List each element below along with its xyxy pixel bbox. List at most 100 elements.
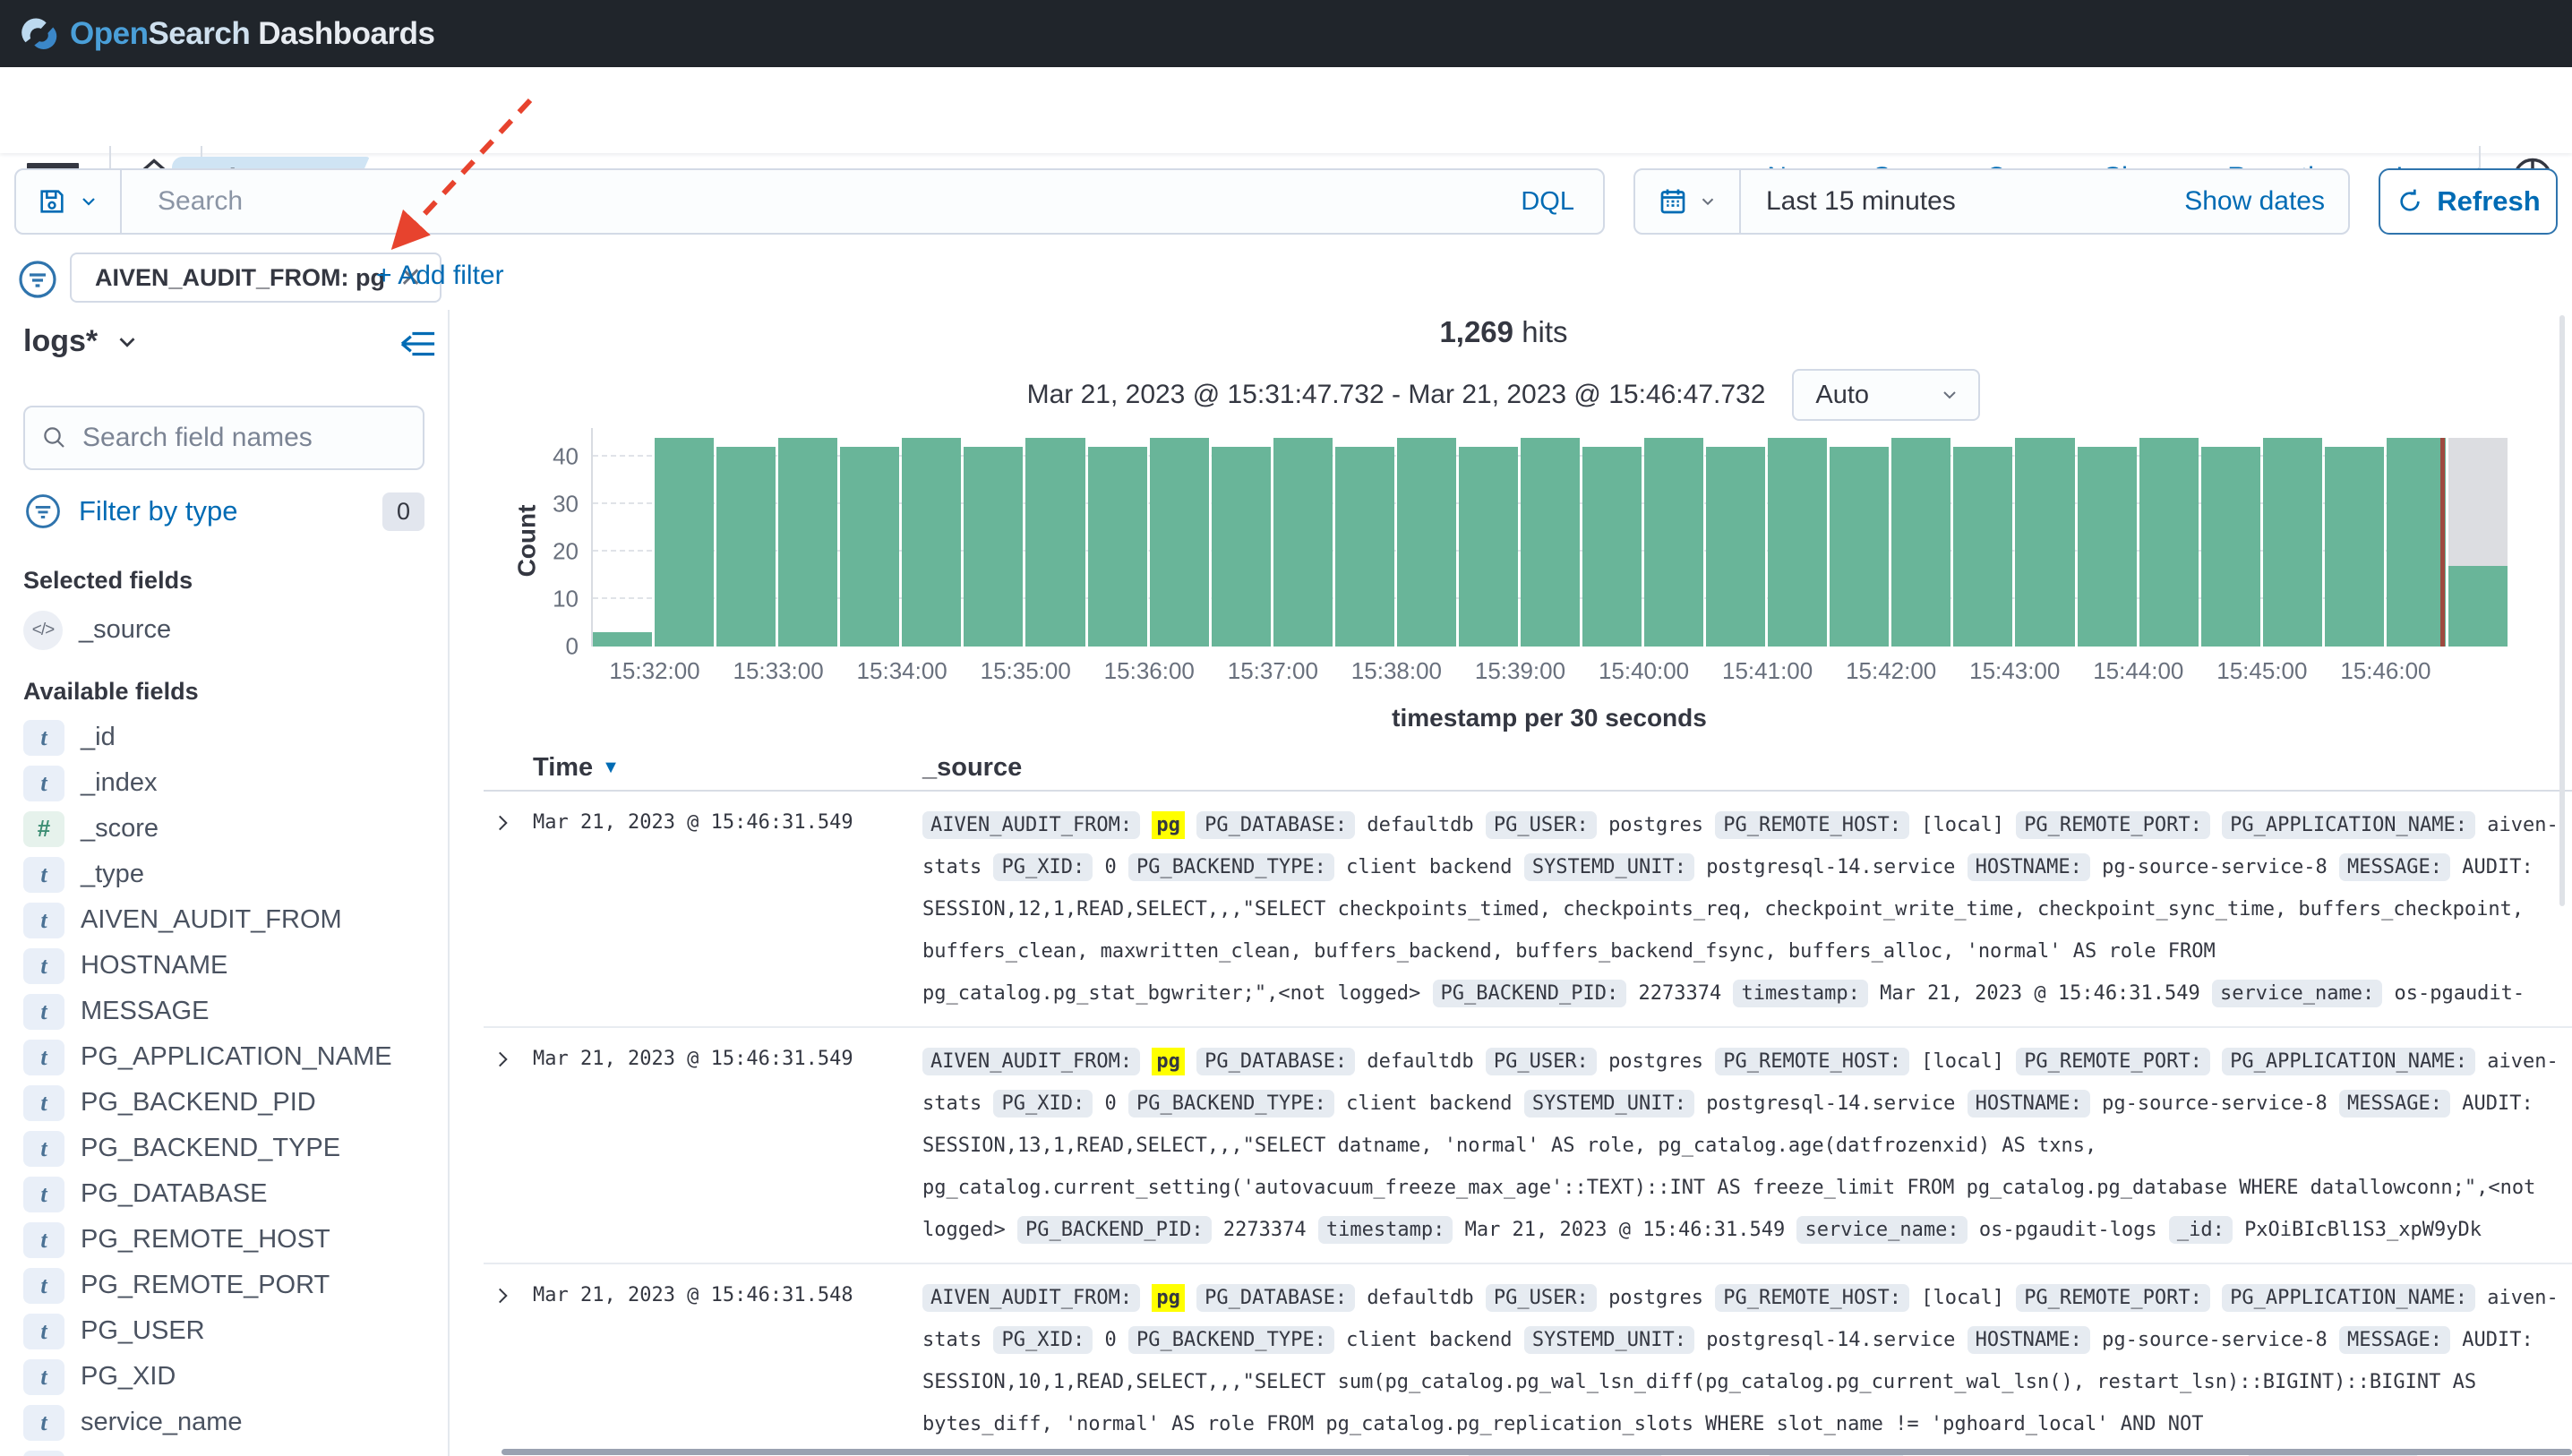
bar[interactable]	[964, 447, 1023, 647]
string-field-icon: t	[23, 1359, 64, 1395]
bar[interactable]	[1273, 438, 1333, 647]
opensearch-logo-icon	[20, 13, 61, 55]
show-dates-button[interactable]: Show dates	[2184, 186, 2348, 217]
filter-icon[interactable]	[16, 258, 59, 301]
bar[interactable]	[2387, 438, 2446, 647]
bar[interactable]	[2139, 438, 2199, 647]
filter-by-type[interactable]: Filter by type 0	[23, 492, 424, 531]
field-name: PG_REMOTE_HOST	[81, 1225, 330, 1255]
field-item-_id[interactable]: t_id	[23, 715, 424, 760]
x-tick-label: 15:46:00	[2340, 657, 2431, 685]
string-field-icon: t	[23, 1177, 64, 1212]
field-item-PG_APPLICATION_NAME[interactable]: tPG_APPLICATION_NAME	[23, 1034, 424, 1080]
x-tick-label: 15:34:00	[857, 657, 947, 685]
field-name: PG_USER	[81, 1316, 205, 1346]
field-item-PG_DATABASE[interactable]: tPG_DATABASE	[23, 1171, 424, 1217]
source-key-badge: service_name:	[2212, 980, 2382, 1007]
vertical-scrollbar[interactable]	[2559, 315, 2565, 906]
chart-plot-area[interactable]: 01020304015:32:0015:33:0015:34:0015:35:0…	[591, 428, 2508, 647]
bar[interactable]	[2015, 438, 2074, 647]
date-quick-select-button[interactable]	[1635, 170, 1741, 233]
field-item-_index[interactable]: t_index	[23, 760, 424, 806]
bar[interactable]	[840, 447, 899, 647]
add-filter-button[interactable]: + Add filter	[376, 261, 504, 291]
field-item-service_name[interactable]: tservice_name	[23, 1400, 424, 1445]
bar[interactable]	[655, 438, 714, 647]
bar[interactable]	[1088, 447, 1147, 647]
string-field-icon: t	[23, 994, 64, 1030]
field-item-_source[interactable]: </>_source	[23, 607, 424, 653]
bar[interactable]	[778, 438, 837, 647]
bar[interactable]	[1397, 438, 1456, 647]
source-value: os-pgaudit-logs	[1979, 1219, 2157, 1241]
field-item-PG_XID[interactable]: tPG_XID	[23, 1354, 424, 1400]
filter-bar: AIVEN_AUDIT_FROM: pg ✕ + Add filter	[0, 253, 2572, 308]
source-key-badge: PG_BACKEND_TYPE:	[1128, 1326, 1334, 1354]
time-column-header[interactable]: Time▼	[533, 753, 922, 783]
string-field-icon: t	[23, 766, 64, 801]
expand-row-icon[interactable]	[484, 804, 533, 1017]
field-item-SYSTEMD_UNIT[interactable]: tSYSTEMD_UNIT	[23, 1445, 424, 1456]
highlighted-value: pg	[1152, 1284, 1185, 1312]
bar[interactable]	[593, 632, 652, 647]
string-field-icon: t	[23, 1222, 64, 1258]
field-name: HOSTNAME	[81, 951, 227, 981]
field-item-PG_BACKEND_PID[interactable]: tPG_BACKEND_PID	[23, 1080, 424, 1126]
bar[interactable]	[2263, 438, 2322, 647]
collapse-sidebar-icon[interactable]	[398, 326, 439, 362]
time-range-value[interactable]: Last 15 minutes	[1766, 186, 2184, 217]
bar-partial-bucket[interactable]	[2448, 428, 2508, 647]
bar[interactable]	[1953, 447, 2012, 647]
sort-desc-icon[interactable]: ▼	[602, 758, 620, 778]
expand-row-icon[interactable]	[484, 1277, 533, 1456]
source-value: postgres	[1608, 1050, 1703, 1073]
source-key-badge: PG_APPLICATION_NAME:	[2222, 1048, 2475, 1075]
bar[interactable]	[1025, 438, 1085, 647]
bar[interactable]	[1644, 438, 1703, 647]
bar[interactable]	[2078, 447, 2137, 647]
source-column-header: _source	[922, 753, 1022, 783]
bar[interactable]	[1150, 438, 1209, 647]
field-item-HOSTNAME[interactable]: tHOSTNAME	[23, 943, 424, 989]
bar[interactable]	[1582, 447, 1642, 647]
source-key-badge: timestamp:	[1733, 980, 1867, 1007]
search-input[interactable]: Search	[158, 186, 1521, 217]
bar[interactable]	[1459, 447, 1518, 647]
query-bar: Search DQL	[14, 168, 1605, 235]
bar[interactable]	[902, 438, 961, 647]
field-item-_score[interactable]: #_score	[23, 806, 424, 852]
nav-bar: Discover NewSaveOpenShareReportingInspec…	[0, 67, 2572, 153]
field-item-MESSAGE[interactable]: tMESSAGE	[23, 989, 424, 1034]
bar[interactable]	[716, 447, 776, 647]
interval-select[interactable]: Auto	[1792, 369, 1980, 421]
expand-row-icon[interactable]	[484, 1041, 533, 1254]
field-item-AIVEN_AUDIT_FROM[interactable]: tAIVEN_AUDIT_FROM	[23, 897, 424, 943]
y-tick-label: 10	[553, 585, 579, 612]
field-item-PG_REMOTE_HOST[interactable]: t PG_REMOTE_HOST	[23, 1217, 424, 1263]
bar[interactable]	[1521, 438, 1580, 647]
bar[interactable]	[1830, 447, 1889, 647]
bar[interactable]	[1768, 438, 1827, 647]
field-search-input[interactable]: Search field names	[23, 406, 424, 470]
bar[interactable]	[1335, 447, 1394, 647]
bar[interactable]	[1706, 447, 1765, 647]
row-time: Mar 21, 2023 @ 15:46:31.548	[533, 1277, 922, 1456]
field-item-PG_BACKEND_TYPE[interactable]: tPG_BACKEND_TYPE	[23, 1126, 424, 1171]
horizontal-scrollbar[interactable]	[502, 1449, 2572, 1455]
bar[interactable]	[2325, 447, 2384, 647]
bar[interactable]	[2201, 447, 2260, 647]
bar[interactable]	[1212, 447, 1271, 647]
dql-button[interactable]: DQL	[1521, 187, 1603, 217]
highlighted-value: pg	[1152, 811, 1185, 839]
field-item-PG_USER[interactable]: tPG_USER	[23, 1308, 424, 1354]
bar[interactable]	[1891, 438, 1950, 647]
source-key-badge: SYSTEMD_UNIT:	[1524, 1090, 1694, 1118]
field-item-PG_REMOTE_PORT[interactable]: tPG_REMOTE_PORT	[23, 1263, 424, 1308]
refresh-button[interactable]: Refresh	[2379, 168, 2558, 235]
saved-queries-button[interactable]	[16, 170, 122, 233]
source-value: 0	[1104, 1329, 1116, 1351]
source-value: Mar 21, 2023 @ 15:46:31.549	[1880, 982, 2200, 1005]
index-pattern-switcher[interactable]: logs*	[23, 324, 424, 359]
field-name: _score	[81, 814, 159, 844]
field-item-_type[interactable]: t_type	[23, 852, 424, 897]
